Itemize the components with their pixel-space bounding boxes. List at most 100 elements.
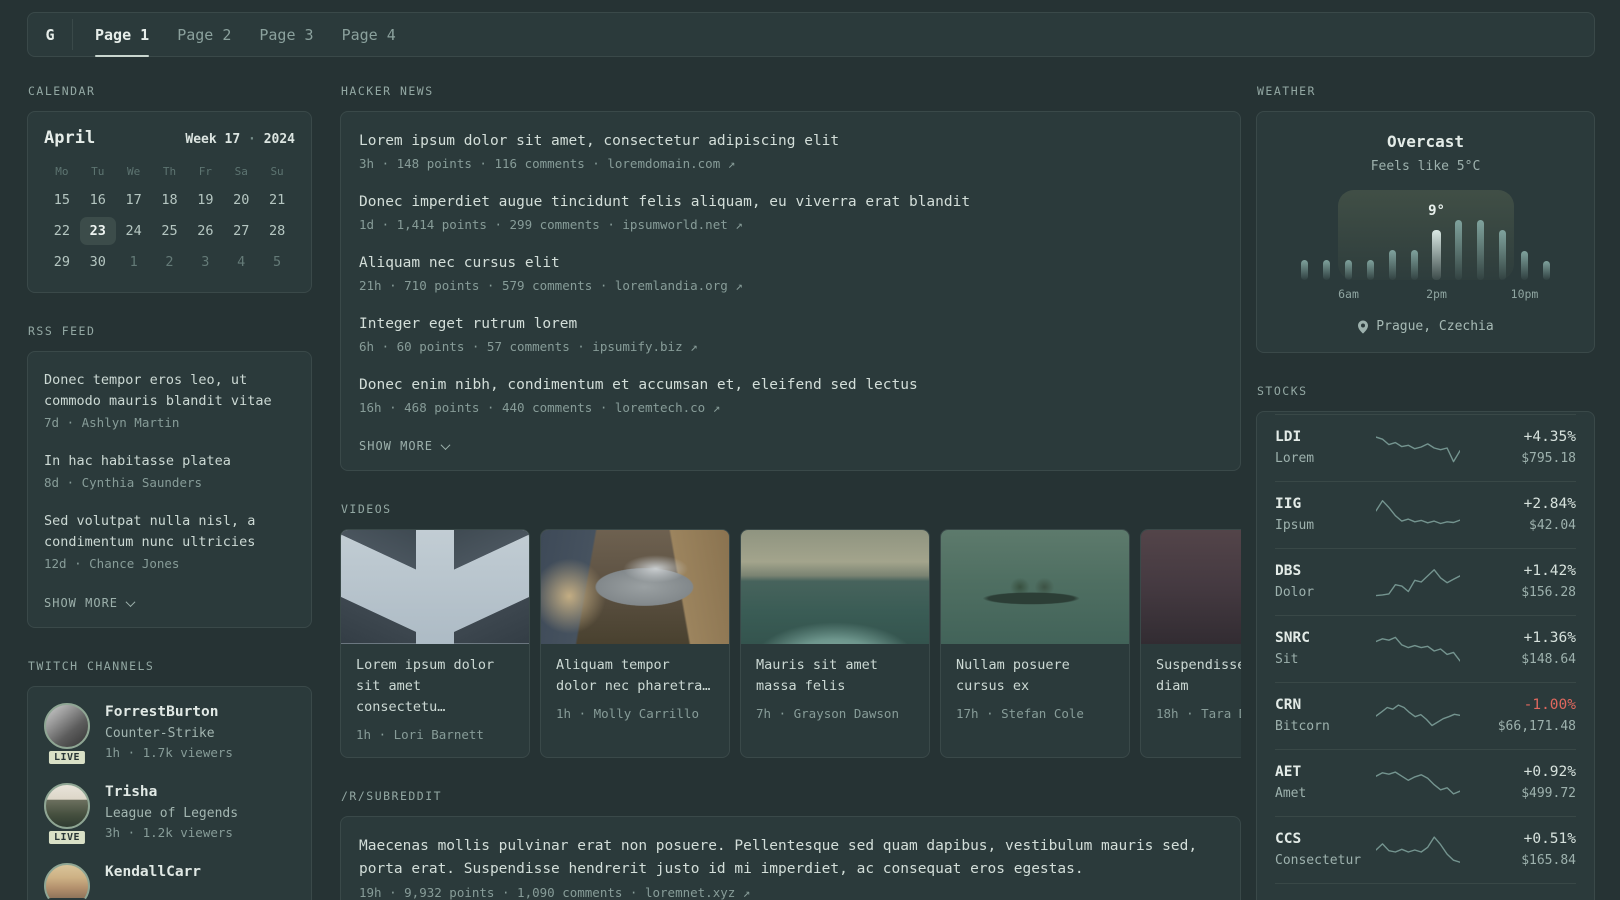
twitch-channel-game[interactable]: Counter-Strike (105, 726, 233, 741)
video-card[interactable]: Lorem ipsum dolor sit amet consectetu… 1… (340, 529, 530, 758)
calendar-month: April (44, 128, 96, 148)
stock-row[interactable]: LDI Lorem +4.35% $795.18 (1275, 414, 1576, 481)
video-thumbnail[interactable] (1141, 530, 1241, 644)
calendar-days-grid: 15 16 17 18 19 20 21 22 23 24 25 26 27 28 29 30 1 2 3 4 5 (44, 186, 295, 276)
video-thumbnail[interactable] (741, 530, 929, 644)
stock-sparkline (1375, 770, 1460, 795)
top-nav: G Page 1 Page 2 Page 3 Page 4 (27, 12, 1595, 57)
subreddit-post-meta: 19h · 9,932 points · 1,090 comments · lo… (359, 885, 751, 900)
nav-page-tab[interactable]: Page 1 (95, 13, 150, 57)
twitch-channel-row[interactable]: LIVE ForrestBurton Counter-Strike 1h · 1… (44, 703, 295, 766)
stock-identity: SNRC Sit (1275, 630, 1371, 667)
stock-row[interactable]: AET Amet +0.92% $499.72 (1275, 749, 1576, 816)
video-card[interactable]: Mauris sit amet massa felis 7h · Grayson… (740, 529, 930, 758)
calendar-day: 27 (233, 223, 250, 239)
stock-values: +1.42% $156.28 (1464, 563, 1576, 600)
hackernews-item-title[interactable]: Integer eget rutrum lorem (359, 313, 1222, 335)
nav-page-tab[interactable]: Page 2 (177, 13, 231, 56)
twitch-channel-row[interactable]: LIVE Trisha League of Legends 3h · 1.2k … (44, 783, 295, 846)
weather-time-labels: 6am 2pm 10pm (1294, 287, 1558, 302)
stock-price: $148.64 (1521, 652, 1576, 667)
live-badge: LIVE (46, 749, 88, 766)
chevron-down-icon (440, 439, 451, 450)
twitch-channel-game[interactable]: League of Legends (105, 806, 238, 821)
stock-name: Bitcorn (1275, 719, 1330, 734)
calendar-dow-label: Su (270, 165, 284, 178)
app-logo[interactable]: G (28, 13, 72, 56)
video-thumbnail[interactable] (541, 530, 729, 644)
stock-name: Amet (1275, 786, 1307, 801)
video-title[interactable]: Mauris sit amet massa felis (756, 655, 914, 697)
video-thumbnail[interactable] (341, 530, 529, 644)
calendar-dow-label: Th (162, 165, 177, 178)
video-card[interactable]: Aliquam tempor dolor nec pharetra… 1h · … (540, 529, 730, 758)
calendar-day: 20 (233, 192, 250, 208)
stock-identity: AET Amet (1275, 764, 1371, 801)
calendar-day: 28 (268, 223, 286, 239)
avatar[interactable] (44, 863, 90, 900)
hackernews-item: Lorem ipsum dolor sit amet, consectetur … (359, 130, 1222, 171)
separator-dot: · (248, 132, 256, 147)
stock-row[interactable]: SNRC Sit +1.36% $148.64 (1275, 615, 1576, 682)
stock-row[interactable]: IIG Ipsum +2.84% $42.04 (1275, 481, 1576, 548)
calendar-day: 15 (53, 192, 71, 208)
video-thumbnail[interactable] (941, 530, 1129, 644)
weather-bar (1367, 260, 1374, 280)
hackernews-item: Aliquam nec cursus elit 21h · 710 points… (359, 252, 1222, 293)
live-badge: LIVE (46, 829, 88, 846)
weather-widget: WEATHER Overcast Feels like 5°C 9° 6am 2p… (1256, 84, 1595, 353)
nav-page-tab[interactable]: Page 3 (259, 13, 313, 56)
rss-card: Donec tempor eros leo, ut commodo mauris… (27, 351, 312, 628)
hackernews-item-title[interactable]: Donec imperdiet augue tincidunt felis al… (359, 191, 1222, 213)
stock-row[interactable]: CCS Consectetur +0.51% $165.84 (1275, 816, 1576, 883)
twitch-channel-name[interactable]: ForrestBurton (105, 703, 233, 721)
stock-row[interactable]: AHS +0.46% (1275, 883, 1576, 900)
rss-item-title[interactable]: In hac habitasse platea (44, 451, 295, 472)
twitch-channel-name[interactable]: Trisha (105, 783, 238, 801)
hackernews-item-title[interactable]: Lorem ipsum dolor sit amet, consectetur … (359, 130, 1222, 152)
subreddit-post: Maecenas mollis pulvinar erat non posuer… (359, 835, 1222, 900)
calendar-day: 23 (79, 217, 116, 245)
stock-row[interactable]: DBS Dolor +1.42% $156.28 (1275, 548, 1576, 615)
rss-show-more-button[interactable]: SHOW MORE (44, 596, 136, 610)
hackernews-item-meta: 3h · 148 points · 116 comments · loremdo… (359, 156, 736, 171)
video-title[interactable]: Aliquam tempor dolor nec pharetra… (556, 655, 714, 697)
rss-item-title[interactable]: Sed volutpat nulla nisl, a condimentum n… (44, 511, 295, 553)
videos-widget: VIDEOS Lorem ipsum dolor sit amet consec… (340, 502, 1241, 758)
hackernews-show-more-button[interactable]: SHOW MORE (359, 439, 451, 453)
rss-item-title[interactable]: Donec tempor eros leo, ut commodo mauris… (44, 370, 295, 412)
twitch-avatar-wrap: LIVE (44, 703, 90, 766)
hackernews-item-title[interactable]: Aliquam nec cursus elit (359, 252, 1222, 274)
stock-symbol: DBS (1275, 563, 1302, 579)
stock-change: -1.00% (1523, 697, 1576, 713)
video-card[interactable]: Suspendisse quis diam 18h · Tara Daniels (1140, 529, 1241, 758)
stock-values: -1.00% $66,171.48 (1464, 697, 1576, 734)
stock-identity: CRN Bitcorn (1275, 697, 1371, 734)
rss-item-meta: 7d · Ashlyn Martin (44, 415, 180, 430)
video-title[interactable]: Suspendisse quis diam (1156, 655, 1241, 697)
hackernews-item-title[interactable]: Donec enim nibh, condimentum et accumsan… (359, 374, 1222, 396)
stock-change: +4.35% (1523, 429, 1576, 445)
stock-symbol: CRN (1275, 697, 1302, 713)
video-title[interactable]: Lorem ipsum dolor sit amet consectetu… (356, 655, 514, 718)
avatar[interactable] (44, 703, 90, 749)
rss-item-meta: 12d · Chance Jones (44, 556, 180, 571)
video-card[interactable]: Nullam posuere cursus ex 17h · Stefan Co… (940, 529, 1130, 758)
calendar-day: 24 (125, 223, 142, 239)
video-title[interactable]: Nullam posuere cursus ex (956, 655, 1114, 697)
stock-values: +0.92% $499.72 (1464, 764, 1576, 801)
stock-row[interactable]: CRN Bitcorn -1.00% $66,171.48 (1275, 682, 1576, 749)
stock-change: +1.42% (1523, 563, 1576, 579)
stock-price: $165.84 (1521, 853, 1576, 868)
weather-feels-like: Feels like 5°C (1370, 159, 1481, 174)
stock-change: +2.84% (1523, 496, 1576, 512)
weather-bar (1345, 260, 1352, 280)
nav-page-tab[interactable]: Page 4 (342, 13, 396, 56)
avatar[interactable] (44, 783, 90, 829)
weather-bar (1432, 230, 1441, 280)
twitch-channel-row[interactable]: LIVE KendallCarr (44, 863, 295, 900)
calendar-day: 30 (89, 254, 106, 270)
twitch-channel-name[interactable]: KendallCarr (105, 863, 201, 881)
calendar-dow-label: Mo (55, 165, 69, 178)
subreddit-post-title[interactable]: Maecenas mollis pulvinar erat non posuer… (359, 835, 1222, 881)
